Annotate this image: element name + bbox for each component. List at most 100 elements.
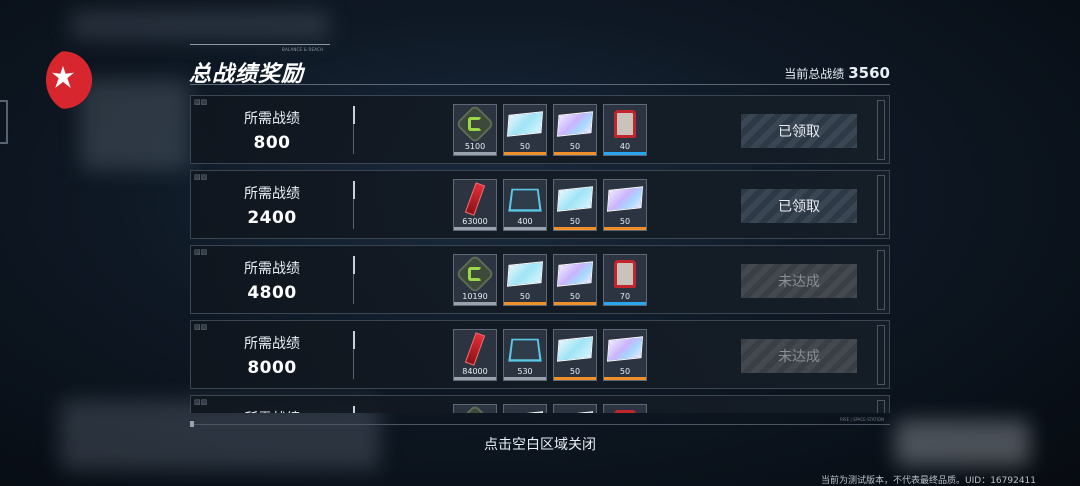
- required-score-label: 所需战绩: [191, 408, 353, 413]
- header-divider: [190, 84, 890, 85]
- reward-quantity: 40: [619, 142, 631, 151]
- rarity-bar: [454, 302, 496, 305]
- row-divider: [353, 181, 356, 229]
- reward-item[interactable]: 84000: [453, 329, 497, 381]
- blue-card-icon: [506, 257, 544, 291]
- chip-icon: [455, 254, 495, 294]
- reward-item[interactable]: 50: [603, 329, 647, 381]
- required-score-label: 所需战绩: [244, 111, 300, 127]
- reward-item[interactable]: [503, 404, 547, 413]
- reward-quantity: 50: [569, 292, 581, 301]
- row-side-decoration: [877, 400, 885, 413]
- red-bar-icon: [456, 332, 494, 366]
- total-score-value: 3560: [848, 64, 890, 82]
- reward-tier-row: ▨▨ 所需战绩 2400 63000 400 50 50 已领取: [190, 170, 890, 239]
- total-score-label: 当前总战绩: [784, 67, 845, 81]
- reward-quantity: 63000: [462, 217, 488, 226]
- reward-item[interactable]: 530: [503, 329, 547, 381]
- purple-card-icon: [606, 182, 644, 216]
- reward-item[interactable]: 70: [603, 254, 647, 306]
- close-hint[interactable]: 点击空白区域关闭: [0, 434, 1080, 454]
- reward-item[interactable]: [453, 404, 497, 413]
- rarity-bar: [504, 227, 546, 230]
- footer-divider: RISE | SPACE-STATION: [190, 417, 890, 427]
- claim-status-button[interactable]: 未达成: [741, 339, 857, 373]
- row-corner-mark: ▨▨: [194, 98, 208, 106]
- reward-tier-row: ▨▨ 所需战绩 4800 10190 50 50 70 未达成: [190, 245, 890, 314]
- reward-item[interactable]: 50: [553, 254, 597, 306]
- row-corner-mark: ▨▨: [194, 323, 208, 331]
- rarity-bar: [454, 152, 496, 155]
- reward-item[interactable]: 40: [603, 104, 647, 156]
- reward-item[interactable]: [603, 404, 647, 413]
- required-score-label: 所需战绩: [244, 186, 300, 202]
- reward-item[interactable]: [553, 404, 597, 413]
- row-divider: [353, 406, 356, 413]
- rarity-bar: [504, 302, 546, 305]
- reward-item[interactable]: 63000: [453, 179, 497, 231]
- reward-quantity: 50: [619, 367, 631, 376]
- reward-item[interactable]: 400: [503, 179, 547, 231]
- faction-emblem-icon: [46, 48, 104, 112]
- row-side-decoration: [877, 175, 885, 235]
- row-corner-mark: ▨▨: [194, 248, 208, 256]
- rarity-bar: [554, 302, 596, 305]
- reward-item[interactable]: 50: [553, 179, 597, 231]
- reward-quantity: 530: [517, 367, 533, 376]
- reward-items: 84000 530 50 50: [453, 329, 647, 381]
- reward-item[interactable]: 50: [603, 179, 647, 231]
- claim-status-button[interactable]: 已领取: [741, 189, 857, 223]
- header-decoration: BALANCE & REACH: [190, 44, 330, 52]
- reward-item[interactable]: 50: [553, 104, 597, 156]
- rarity-bar: [454, 227, 496, 230]
- rarity-bar: [604, 302, 646, 305]
- circuit-board-icon: [506, 332, 544, 366]
- rarity-bar: [504, 152, 546, 155]
- row-side-decoration: [877, 250, 885, 310]
- reward-item[interactable]: 50: [553, 329, 597, 381]
- purple-card-icon: [556, 257, 594, 291]
- row-divider: [353, 331, 356, 379]
- reward-tier-list[interactable]: ▨▨ 所需战绩 800 5100 50 50 40 已领取 ▨▨ 所需战绩 24…: [190, 95, 890, 413]
- reward-quantity: 50: [519, 142, 531, 151]
- claim-status-button[interactable]: 已领取: [741, 114, 857, 148]
- claim-status-button[interactable]: 未达成: [741, 264, 857, 298]
- chip-icon: [455, 104, 495, 144]
- rarity-bar: [454, 377, 496, 380]
- row-corner-mark: ▨▨: [194, 173, 208, 181]
- reward-items: [453, 404, 647, 413]
- reward-item[interactable]: 50: [503, 104, 547, 156]
- reward-quantity: 50: [569, 142, 581, 151]
- reward-item[interactable]: 50: [503, 254, 547, 306]
- purple-card-icon: [556, 407, 594, 413]
- rarity-bar: [554, 227, 596, 230]
- required-score-label: 所需战绩: [244, 261, 300, 277]
- blue-card-icon: [556, 332, 594, 366]
- reward-items: 5100 50 50 40: [453, 104, 647, 156]
- rarity-bar: [604, 377, 646, 380]
- reward-quantity: 400: [517, 217, 533, 226]
- reward-items: 63000 400 50 50: [453, 179, 647, 231]
- row-side-decoration: [877, 100, 885, 160]
- row-divider: [353, 256, 356, 304]
- reward-item[interactable]: 10190: [453, 254, 497, 306]
- rarity-bar: [604, 227, 646, 230]
- version-notice: 当前为测试版本，不代表最终品质。UID：16792411: [821, 476, 1036, 486]
- reward-quantity: 5100: [464, 142, 486, 151]
- red-bar-icon: [456, 182, 494, 216]
- reward-tier-row: ▨▨ 所需战绩 800 5100 50 50 40 已领取: [190, 95, 890, 164]
- required-score-value: 4800: [247, 283, 297, 303]
- required-score-value: 2400: [247, 208, 297, 228]
- reward-quantity: 70: [619, 292, 631, 301]
- total-score: 当前总战绩 3560: [784, 64, 890, 82]
- chair-icon: [606, 407, 644, 413]
- background-top-icons: [70, 10, 330, 40]
- reward-item[interactable]: 5100: [453, 104, 497, 156]
- purple-card-icon: [606, 332, 644, 366]
- reward-quantity: 50: [569, 367, 581, 376]
- reward-tier-row: ▨▨ 所需战绩: [190, 395, 890, 413]
- rarity-bar: [604, 152, 646, 155]
- row-divider: [353, 106, 356, 154]
- reward-quantity: 84000: [462, 367, 488, 376]
- reward-quantity: 10190: [462, 292, 488, 301]
